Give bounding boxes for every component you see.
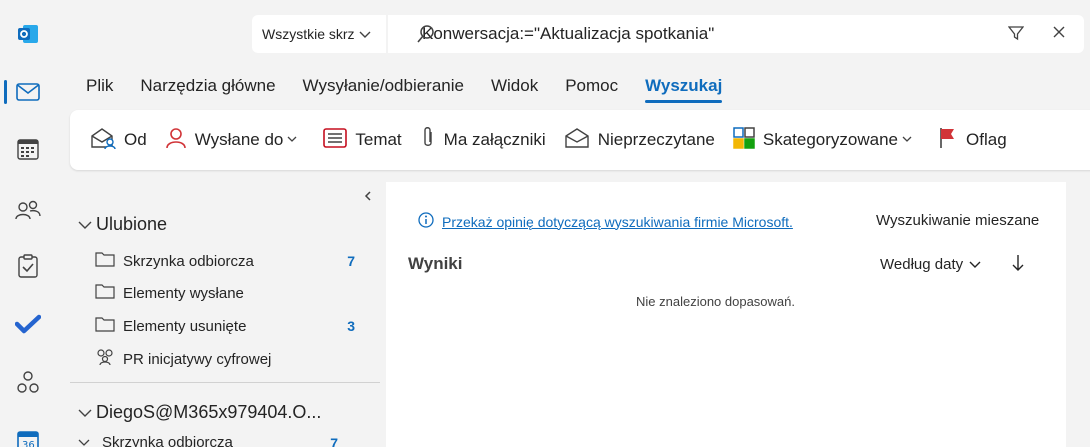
feedback-link[interactable]: Przekaż opinię dotyczącą wyszukiwania fi… <box>418 212 793 231</box>
filter-icon[interactable] <box>1007 25 1025 46</box>
has-attachments-button[interactable]: Ma załączniki <box>420 126 546 155</box>
outlook-logo <box>0 12 56 56</box>
sort-label: Według daty <box>880 256 964 273</box>
tab-search[interactable]: Wyszukaj <box>645 76 723 103</box>
flag-icon <box>938 127 966 154</box>
flagged-button[interactable]: Oflag <box>938 127 1007 154</box>
folder-icon <box>95 251 123 271</box>
search-box[interactable]: Konwersacja:="Aktualizacja spotkania" <box>388 15 1084 53</box>
bookings-icon[interactable]: 36 <box>0 418 56 447</box>
folder-label: Skrzynka odbiorcza <box>123 252 254 270</box>
folder-icon <box>95 316 123 336</box>
categorized-button[interactable]: Skategoryzowane <box>733 126 920 154</box>
person-icon <box>165 127 195 154</box>
chevron-down-icon <box>359 26 371 42</box>
unread-count: 7 <box>330 434 338 447</box>
categorized-label: Skategoryzowane <box>762 130 899 149</box>
unread-count: 3 <box>347 318 355 334</box>
envelope-person-icon <box>90 127 124 154</box>
chevron-down-icon <box>78 434 98 447</box>
folder-sent[interactable]: Elementy wysłane <box>95 283 355 303</box>
ribbon-tabs: Plik Narzędzia główne Wysyłanie/odbieran… <box>86 76 749 103</box>
account-group[interactable]: DiegoS@M365x979404.O... <box>78 402 321 423</box>
svg-text:36: 36 <box>22 440 35 447</box>
paperclip-icon <box>420 126 444 155</box>
sort-direction-icon[interactable] <box>1012 254 1024 277</box>
app-rail: 36 <box>0 0 56 447</box>
favorites-group[interactable]: Ulubione <box>78 214 167 235</box>
search-results-pane: Przekaż opinię dotyczącą wyszukiwania fi… <box>386 182 1066 447</box>
tab-file[interactable]: Plik <box>86 76 113 96</box>
folder-label: Elementy usunięte <box>123 317 247 335</box>
search-scope-label: Wszystkie skrz <box>262 26 355 42</box>
close-icon[interactable] <box>1052 25 1066 44</box>
account-inbox[interactable]: Skrzynka odbiorcza 7 <box>78 434 338 447</box>
chevron-down-icon <box>287 134 305 146</box>
favorites-label: Ulubione <box>96 214 168 234</box>
folder-inbox[interactable]: Skrzynka odbiorcza 7 <box>95 251 355 271</box>
groups-icon[interactable] <box>0 360 56 404</box>
folder-label: PR inicjatywy cyfrowej <box>123 350 272 368</box>
subject-label: Temat <box>355 130 402 149</box>
subject-icon <box>323 127 355 153</box>
unread-button[interactable]: Nieprzeczytane <box>564 127 715 154</box>
categories-icon <box>733 126 763 154</box>
folder-icon <box>95 283 123 303</box>
from-label: Od <box>124 130 147 149</box>
search-input[interactable]: Konwersacja:="Aktualizacja spotkania" <box>422 24 714 44</box>
people-icon[interactable] <box>0 188 56 232</box>
folder-label: Skrzynka odbiorcza <box>102 434 233 447</box>
mail-icon[interactable] <box>0 70 56 114</box>
tasks-icon[interactable] <box>0 244 56 288</box>
from-button[interactable]: Od <box>90 127 147 154</box>
chevron-down-icon <box>78 214 92 235</box>
folder-group-pr[interactable]: PR inicjatywy cyfrowej <box>95 348 355 370</box>
chevron-down-icon <box>78 402 92 423</box>
tab-view[interactable]: Widok <box>491 76 538 96</box>
subject-button[interactable]: Temat <box>323 127 402 153</box>
folder-deleted[interactable]: Elementy usunięte 3 <box>95 316 355 336</box>
divider <box>70 382 380 383</box>
results-heading: Wyniki <box>408 254 463 273</box>
folder-pane: Ulubione Skrzynka odbiorcza 7 Elementy w… <box>70 182 382 447</box>
tab-help[interactable]: Pomoc <box>565 76 618 96</box>
has-attachments-label: Ma załączniki <box>443 130 546 149</box>
account-label: DiegoS@M365x979404.O... <box>96 402 322 422</box>
sort-dropdown[interactable]: Według daty <box>880 256 981 273</box>
todo-icon[interactable] <box>0 302 56 346</box>
sent-to-label: Wysłane do <box>194 130 284 149</box>
search-scope-dropdown[interactable]: Wszystkie skrz <box>252 15 386 53</box>
tab-send-receive[interactable]: Wysyłanie/odbieranie <box>303 76 464 96</box>
search-ribbon: Od Wysłane do Temat Ma załączniki Nieprz… <box>70 110 1090 170</box>
collapse-pane-button[interactable] <box>364 190 372 204</box>
chevron-down-icon <box>902 134 920 146</box>
calendar-icon[interactable] <box>0 127 56 171</box>
info-icon <box>418 212 434 231</box>
flagged-label: Oflag <box>966 130 1007 149</box>
feedback-link-text[interactable]: Przekaż opinię dotyczącą wyszukiwania fi… <box>442 214 793 230</box>
tab-home[interactable]: Narzędzia główne <box>140 76 275 96</box>
chevron-down-icon <box>969 256 981 273</box>
mixed-search-toggle[interactable]: Wyszukiwanie mieszane <box>876 212 1039 229</box>
folder-label: Elementy wysłane <box>123 284 244 302</box>
no-matches-message: Nie znaleziono dopasowań. <box>636 294 795 309</box>
envelope-open-icon <box>564 127 598 154</box>
unread-label: Nieprzeczytane <box>597 130 715 149</box>
search-icon <box>416 24 436 49</box>
unread-count: 7 <box>347 253 355 269</box>
sent-to-button[interactable]: Wysłane do <box>165 127 306 154</box>
group-icon <box>95 348 123 370</box>
